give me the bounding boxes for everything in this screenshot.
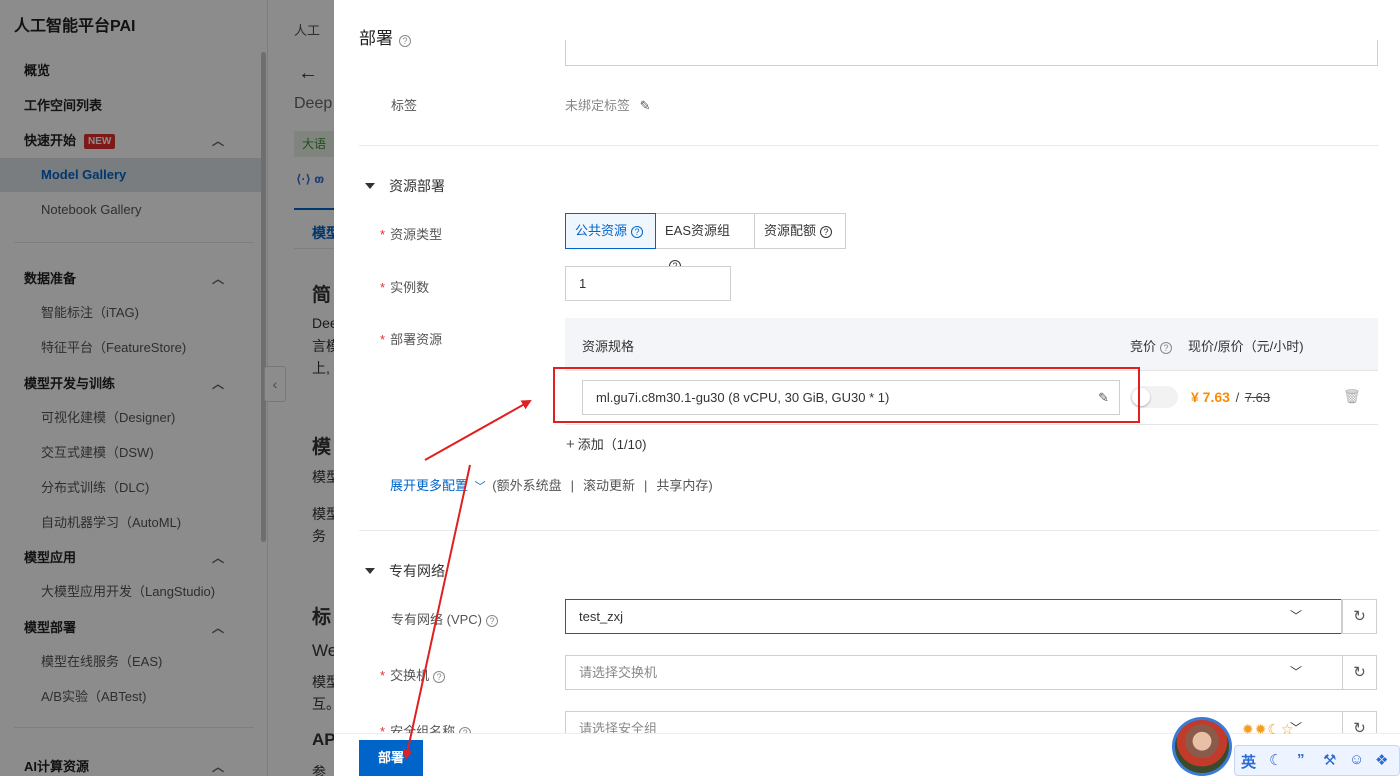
resource-type-eas-group[interactable]: EAS资源组? [655,213,755,272]
required-mark: * [380,668,386,683]
wrench-icon[interactable]: ⚒ [1323,751,1336,769]
price-cell: ¥ 7.63 / 7.63 [1191,389,1270,405]
resource-type-quota[interactable]: 资源配额? [754,213,846,249]
ime-toolbar[interactable]: ✹✹☾☆ 英 ☾ ” ⚒ ☺ ❖ [1172,717,1400,776]
label-text: 资源类型 [390,227,443,242]
label-text: 部署资源 [390,332,443,347]
resource-type-label: * 资源类型 [380,224,442,243]
help-icon[interactable]: ? [631,226,644,238]
resource-table-header: 资源规格 竞价? 现价/原价（元/小时) [565,318,1378,371]
help-icon[interactable]: ? [1160,342,1173,354]
expand-config-row: 展开更多配置 ﹀ (额外系统盘 | 滚动更新 | 共享内存) [390,475,713,494]
column-header-text: 竞价 [1130,339,1157,354]
refresh-icon: ↻ [1353,664,1366,681]
section-title-text: 专有网络 [389,563,445,579]
deploy-resource-label: * 部署资源 [380,329,442,348]
edit-icon[interactable]: ✎ [640,98,651,113]
moon-icon[interactable]: ☾ [1269,751,1282,769]
label-text: 专有网络 (VPC) [391,612,483,627]
divider [359,530,1379,531]
divider [359,145,1379,146]
separator: | [644,478,648,493]
label-text: 交换机 [390,668,430,683]
required-mark: * [380,332,386,347]
avatar[interactable] [1172,717,1232,776]
vpc-value: test_zxj [579,609,624,624]
caret-down-icon [365,568,375,574]
expand-more-config-link[interactable]: 展开更多配置 [390,478,468,493]
deploy-button[interactable]: 部署 [359,740,423,776]
chevron-down-icon: ﹀ [1289,609,1302,623]
instance-count-input[interactable]: 1 [565,266,731,301]
switch-select[interactable]: 请选择交换机 ﹀ [565,655,1343,690]
segment-label: 资源配额 [764,223,817,238]
tag-value[interactable]: 未绑定标签 ✎ [565,95,651,114]
ime-decoration: ✹✹☾☆ [1242,721,1295,737]
refresh-icon: ↻ [1353,608,1366,625]
required-mark: * [380,280,386,295]
previous-field-input[interactable] [565,40,1378,66]
modal-overlay[interactable] [0,0,334,776]
tag-value-text: 未绑定标签 [565,98,631,113]
vpc-select[interactable]: test_zxj ﹀ [565,599,1343,634]
separator: | [570,478,574,493]
smiley-icon[interactable]: ☺ [1349,751,1364,768]
section-resource-deploy[interactable]: 资源部署 [365,176,445,196]
annotation-highlight-box [553,367,1140,423]
column-header-spec: 资源规格 [582,339,635,354]
current-price: ¥ 7.63 [1191,389,1230,405]
original-price: 7.63 [1244,390,1271,405]
label-text: 实例数 [390,280,430,295]
delete-icon[interactable]: 🗑 [1343,388,1361,405]
column-header-price: 现价/原价（元/小时) [1188,339,1304,354]
extra-item: (额外系统盘 [492,478,562,493]
extra-item: 共享内存) [656,478,713,493]
punctuation-icon[interactable]: ” [1297,751,1305,768]
refresh-vpc-button[interactable]: ↻ [1342,599,1377,634]
skin-icon[interactable]: ❖ [1375,751,1388,769]
help-icon[interactable]: ? [486,615,499,627]
ime-bar: 英 ☾ ” ⚒ ☺ ❖ [1234,745,1400,776]
chevron-down-icon[interactable]: ﹀ [475,481,486,493]
plus-icon: + [566,436,575,453]
drawer-title: 部署? [359,24,411,49]
vpc-label: 专有网络 (VPC)? [391,609,499,628]
refresh-switch-button[interactable]: ↻ [1342,655,1377,690]
ime-language-toggle[interactable]: 英 [1241,751,1256,772]
switch-label: * 交换机? [380,665,446,684]
section-title-text: 资源部署 [389,178,445,194]
help-icon[interactable]: ? [433,671,446,683]
price-separator: / [1235,390,1240,405]
help-icon[interactable]: ? [399,35,411,47]
instance-count-label: * 实例数 [380,277,429,296]
caret-down-icon [365,183,375,189]
chevron-down-icon: ﹀ [1289,665,1302,679]
extra-item: 滚动更新 [583,478,636,493]
add-resource-button[interactable]: + 添加（1/10) [566,434,646,453]
tag-label: 标签 [391,98,418,113]
segment-label: 公共资源 [575,223,628,238]
column-header-bid: 竞价? [1130,336,1173,355]
help-icon[interactable]: ? [820,226,833,238]
drawer-title-text: 部署 [359,29,393,48]
add-label-text: 添加（1/10) [577,437,647,452]
segment-label: EAS资源组 [665,223,731,238]
switch-placeholder: 请选择交换机 [579,665,658,680]
required-mark: * [380,227,386,242]
section-vpc[interactable]: 专有网络 [365,561,445,581]
resource-type-public[interactable]: 公共资源? [565,213,656,249]
